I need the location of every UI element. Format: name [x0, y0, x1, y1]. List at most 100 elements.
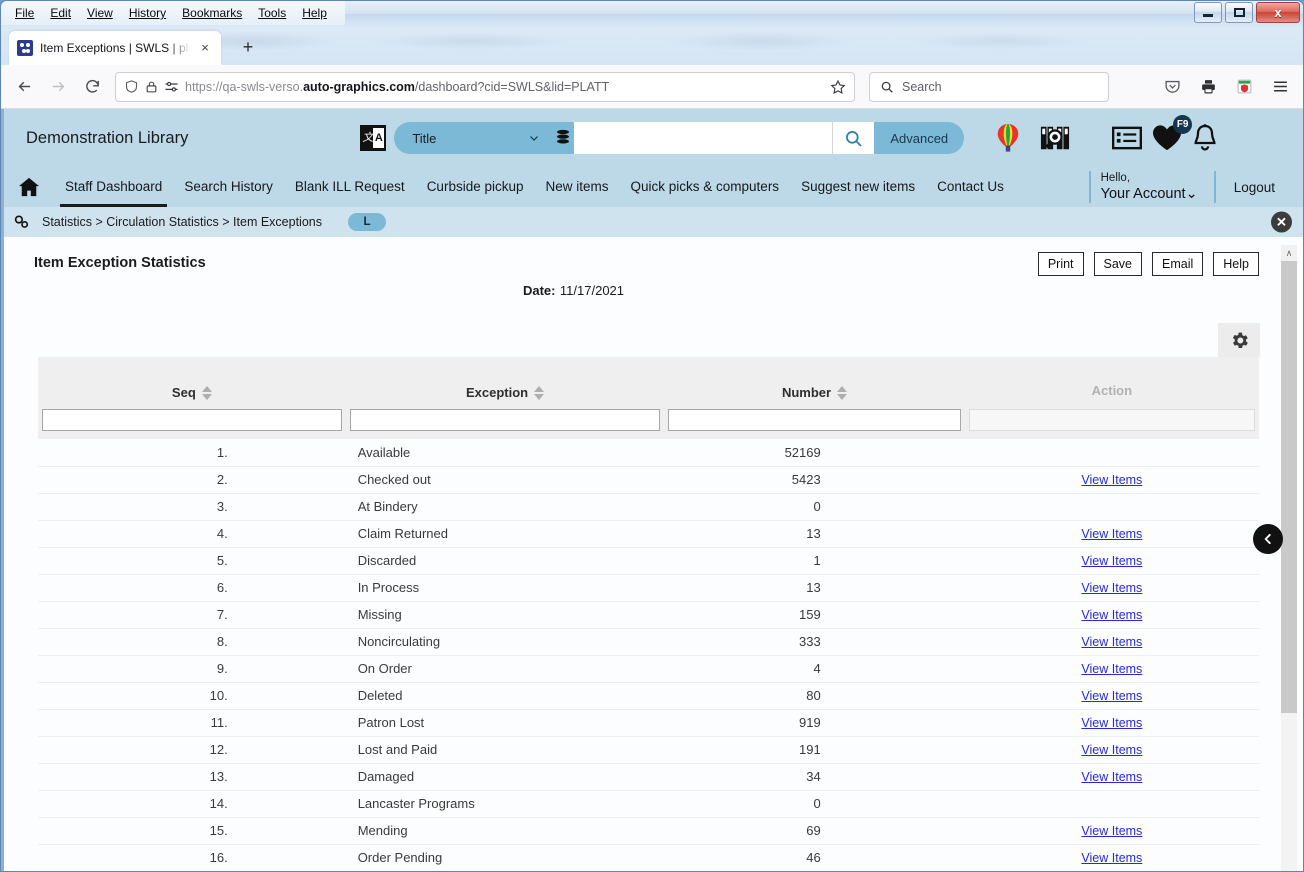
cell-action: View Items — [964, 574, 1259, 602]
cell-exception: Checked out — [345, 466, 665, 494]
view-items-link[interactable]: View Items — [1081, 581, 1142, 595]
sort-arrows-icon[interactable] — [201, 385, 212, 400]
app-menu-icon[interactable] — [1265, 72, 1295, 102]
print-button[interactable]: Print — [1037, 252, 1084, 276]
column-header-exception[interactable]: Exception — [345, 357, 665, 409]
sort-arrows-icon[interactable] — [837, 385, 848, 400]
catalog-search-button[interactable] — [832, 122, 875, 154]
menu-view[interactable]: View — [79, 2, 121, 24]
nav-new-items[interactable]: New items — [535, 169, 620, 205]
cell-number: 34 — [664, 763, 965, 791]
filter-input-exception[interactable] — [349, 409, 661, 431]
nav-blank-ill-request[interactable]: Blank ILL Request — [284, 169, 416, 205]
menu-history[interactable]: History — [121, 2, 174, 24]
view-items-link[interactable]: View Items — [1081, 635, 1142, 649]
filter-input-seq[interactable] — [42, 409, 342, 431]
favorites-icon[interactable]: F9 — [1152, 115, 1193, 152]
view-items-link[interactable]: View Items — [1081, 824, 1142, 838]
menu-file[interactable]: File — [7, 2, 42, 24]
search-catalog-books-icon[interactable] — [1040, 123, 1070, 153]
column-header-number[interactable]: Number — [664, 357, 965, 409]
extension-shield-icon[interactable] — [1229, 72, 1259, 102]
view-items-link[interactable]: View Items — [1081, 743, 1142, 757]
view-items-link[interactable]: View Items — [1081, 662, 1142, 676]
nav-suggest-new-items[interactable]: Suggest new items — [790, 169, 926, 205]
notifications-bell-icon[interactable] — [1192, 123, 1218, 153]
cell-seq: 4. — [38, 520, 346, 548]
minimize-button[interactable] — [1194, 2, 1222, 23]
menu-edit[interactable]: Edit — [42, 2, 79, 24]
view-items-link[interactable]: View Items — [1081, 554, 1142, 568]
new-tab-button[interactable]: + — [233, 32, 263, 62]
app-header-top-row: Demonstration Library 文 A Title Advanced… — [4, 109, 1303, 167]
save-button[interactable]: Save — [1093, 252, 1143, 276]
menu-bookmarks[interactable]: Bookmarks — [174, 2, 250, 24]
view-items-link[interactable]: View Items — [1081, 851, 1142, 865]
browser-search-bar[interactable]: Search — [869, 71, 1109, 102]
library-name: Demonstration Library — [26, 128, 189, 147]
menu-help[interactable]: Help — [294, 2, 335, 24]
cell-number: 5423 — [664, 466, 965, 494]
view-items-link[interactable]: View Items — [1081, 608, 1142, 622]
table-row: 12. Lost and Paid 191 View Items — [38, 736, 1259, 764]
column-header-seq[interactable]: Seq — [38, 357, 346, 409]
url-bar[interactable]: https://qa-swls-verso.auto-graphics.com/… — [115, 71, 855, 102]
language-toggle-icon[interactable]: 文 A — [360, 125, 387, 151]
hot-air-balloon-icon[interactable] — [994, 123, 1022, 153]
content-scrollbar[interactable]: ∧ — [1281, 245, 1297, 871]
view-items-link[interactable]: View Items — [1081, 527, 1142, 541]
cell-number: 13 — [664, 574, 965, 602]
nav-quick-picks[interactable]: Quick picks & computers — [620, 169, 791, 205]
view-items-link[interactable]: View Items — [1081, 716, 1142, 730]
view-items-link[interactable]: View Items — [1081, 473, 1142, 487]
table-row: 7. Missing 159 View Items — [38, 601, 1259, 629]
home-icon[interactable] — [18, 177, 40, 197]
filter-input-number[interactable] — [668, 409, 961, 431]
scroll-up-arrow[interactable]: ∧ — [1281, 245, 1297, 261]
nav-search-history[interactable]: Search History — [173, 169, 284, 205]
nav-staff-dashboard[interactable]: Staff Dashboard — [54, 169, 173, 207]
pocket-icon[interactable] — [1157, 72, 1187, 102]
back-button[interactable] — [9, 72, 39, 102]
nav-curbside-pickup[interactable]: Curbside pickup — [416, 169, 535, 205]
close-breadcrumb-icon[interactable]: ✕ — [1271, 211, 1292, 233]
collapse-panel-button[interactable] — [1253, 524, 1283, 554]
tab-close-icon[interactable]: × — [197, 40, 213, 56]
browser-tab[interactable]: Item Exceptions | SWLS | platt | A × — [9, 31, 221, 65]
print-icon[interactable] — [1193, 72, 1223, 102]
view-items-link[interactable]: View Items — [1081, 770, 1142, 784]
maximize-button[interactable] — [1225, 2, 1253, 23]
cell-exception: At Bindery — [345, 493, 665, 521]
app-nav-bar: Staff Dashboard Search History Blank ILL… — [4, 167, 1303, 207]
account-menu[interactable]: Hello, Your Account⌄ — [1088, 171, 1214, 203]
view-items-link[interactable]: View Items — [1081, 689, 1142, 703]
table-settings-button[interactable] — [1218, 323, 1260, 357]
my-lists-icon[interactable] — [1112, 126, 1143, 150]
menu-tools[interactable]: Tools — [250, 2, 294, 24]
nav-contact-us[interactable]: Contact Us — [926, 169, 1015, 205]
catalog-search-input[interactable] — [574, 122, 833, 154]
cell-number: 46 — [664, 844, 965, 871]
table-row: 8. Noncirculating 333 View Items — [38, 628, 1259, 656]
advanced-search-button[interactable]: Advanced — [874, 122, 965, 154]
logout-area[interactable]: Logout — [1213, 171, 1289, 203]
cell-action — [964, 493, 1259, 521]
cell-seq: 3. — [38, 493, 346, 521]
reload-button[interactable] — [77, 72, 107, 102]
close-window-button[interactable]: x — [1256, 2, 1300, 23]
database-selector-icon[interactable] — [552, 122, 575, 154]
gear-icon — [1232, 332, 1248, 348]
email-button[interactable]: Email — [1152, 252, 1204, 276]
cell-seq: 5. — [38, 547, 346, 575]
cell-exception: Patron Lost — [345, 709, 665, 737]
item-exception-table: Seq Exception Number Action 1. Available… — [38, 357, 1259, 871]
breadcrumb[interactable]: Statistics > Circulation Statistics > It… — [42, 215, 322, 229]
search-scope-dropdown[interactable]: Title — [394, 122, 553, 154]
help-button[interactable]: Help — [1213, 252, 1259, 276]
table-row: 11. Patron Lost 919 View Items — [38, 709, 1259, 737]
bookmark-star-icon[interactable] — [830, 79, 846, 95]
sort-arrows-icon[interactable] — [534, 385, 545, 400]
favicon-icon — [17, 40, 33, 56]
forward-button[interactable] — [43, 72, 73, 102]
scrollbar-thumb[interactable] — [1281, 261, 1297, 713]
